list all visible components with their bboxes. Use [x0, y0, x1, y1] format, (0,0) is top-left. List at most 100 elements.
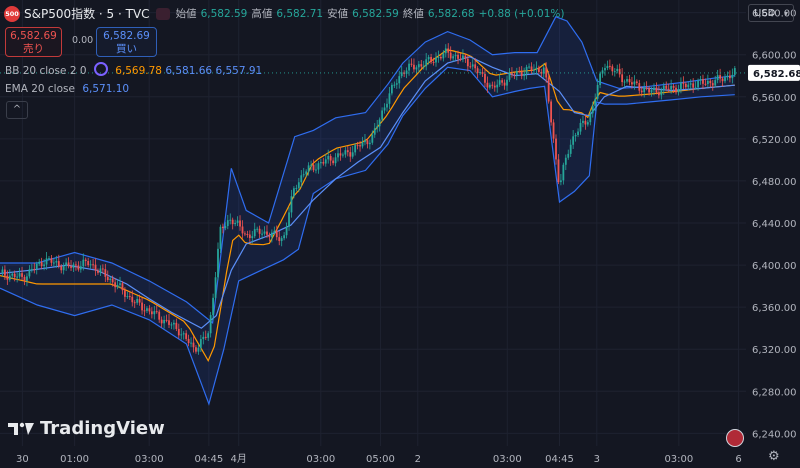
y-tick-label: 6,360.00 — [752, 303, 797, 314]
candle-body — [371, 134, 374, 143]
candle-body — [248, 234, 251, 239]
candle-body — [109, 278, 112, 281]
x-tick-label: 03:00 — [493, 454, 522, 465]
candle-body — [55, 261, 58, 263]
candle-body — [3, 269, 6, 276]
candle-body — [158, 311, 161, 320]
candle-body — [50, 258, 53, 263]
candle-body — [525, 66, 528, 75]
candle-body — [221, 226, 224, 229]
close-label: 終値 — [402, 8, 424, 20]
candle-body — [13, 273, 16, 278]
candle-body — [214, 277, 217, 298]
candle-body — [697, 80, 699, 88]
candle-body — [278, 237, 281, 242]
candle-body — [373, 128, 376, 135]
candle-body — [268, 234, 271, 238]
candle-body — [643, 87, 646, 93]
candle-body — [106, 276, 109, 281]
buy-button[interactable]: 6,582.69 買い — [96, 27, 157, 57]
candle-body — [608, 65, 611, 67]
candle-body — [143, 310, 146, 312]
candle-body — [437, 56, 440, 58]
candle-body — [692, 83, 695, 88]
candle-body — [422, 66, 425, 68]
candle-body — [530, 66, 533, 71]
candle-body — [84, 259, 87, 261]
candle-body — [621, 74, 624, 83]
x-tick-label: 05:00 — [366, 454, 395, 465]
candle-body — [447, 48, 450, 53]
candle-body — [623, 81, 626, 83]
candle-body — [432, 61, 435, 63]
symbol-title[interactable]: S&P500指数 · 5 · TVC — [24, 7, 150, 21]
collapse-legend-button[interactable]: ^ — [6, 101, 28, 119]
candle-body — [383, 107, 386, 111]
candle-body — [626, 79, 628, 82]
candle-body — [334, 157, 337, 164]
buy-price: 6,582.69 — [103, 30, 150, 42]
candle-body — [329, 156, 332, 161]
currency-select[interactable]: USD ▾ — [748, 4, 794, 22]
candle-body — [640, 90, 643, 93]
candle-body — [496, 84, 499, 88]
candle-body — [101, 268, 104, 270]
bb-upper-value: 6,581.66 — [165, 65, 213, 77]
candle-body — [173, 322, 175, 325]
candle-body — [611, 66, 614, 72]
candle-body — [114, 282, 117, 288]
candle-body — [560, 180, 562, 183]
candle-body — [67, 262, 70, 267]
sell-button[interactable]: 6,582.69 売り — [5, 27, 62, 57]
gear-icon[interactable]: ⚙ — [768, 449, 780, 464]
candle-body — [684, 83, 687, 88]
candle-body — [111, 278, 114, 283]
x-tick-label: 01:00 — [60, 454, 89, 465]
candle-body — [655, 87, 658, 93]
candle-body — [537, 67, 540, 72]
candle-body — [94, 264, 97, 271]
candle-body — [48, 258, 50, 260]
candle-body — [241, 226, 244, 234]
high-label: 高値 — [251, 8, 273, 20]
us-flag-icon[interactable] — [726, 429, 744, 447]
candle-body — [246, 233, 249, 235]
chart-root: 6,640.00 6,600.00 6,560.00 6,520.00 6,480.00… — [0, 0, 800, 468]
candle-body — [719, 75, 722, 79]
chevron-down-icon: ▾ — [783, 9, 788, 18]
candle-body — [190, 342, 192, 344]
candle-body — [572, 136, 575, 145]
candle-body — [586, 122, 589, 125]
candle-body — [484, 73, 486, 83]
bb-legend[interactable]: BB 20 close 2 0 6,569.78 6,581.66 6,557.… — [5, 62, 262, 78]
candle-body — [170, 324, 173, 326]
candle-body — [219, 226, 222, 249]
candle-body — [315, 169, 317, 171]
candle-body — [545, 67, 548, 78]
candle-body — [523, 74, 526, 77]
candle-body — [709, 80, 712, 84]
candle-body — [283, 235, 286, 239]
candle-body — [704, 83, 707, 85]
candle-body — [290, 196, 293, 213]
candle-body — [280, 238, 283, 242]
candle-body — [97, 270, 99, 273]
candle-body — [444, 48, 447, 54]
bb-name: BB 20 close 2 0 — [5, 65, 87, 77]
candle-body — [21, 273, 23, 277]
candle-body — [310, 164, 312, 166]
candle-body — [564, 157, 567, 165]
candle-body — [452, 56, 455, 59]
candle-body — [293, 188, 295, 197]
candle-body — [378, 119, 381, 127]
candle-body — [312, 164, 315, 171]
candle-body — [72, 264, 75, 268]
candle-body — [70, 266, 72, 268]
ema-legend[interactable]: EMA 20 close 6,571.10 — [5, 82, 129, 96]
ema-name: EMA 20 close — [5, 83, 75, 95]
candle-body — [52, 262, 55, 264]
candle-body — [187, 338, 190, 344]
candle-body — [131, 296, 134, 303]
candle-body — [366, 140, 369, 145]
currency-label: USD — [754, 8, 776, 19]
